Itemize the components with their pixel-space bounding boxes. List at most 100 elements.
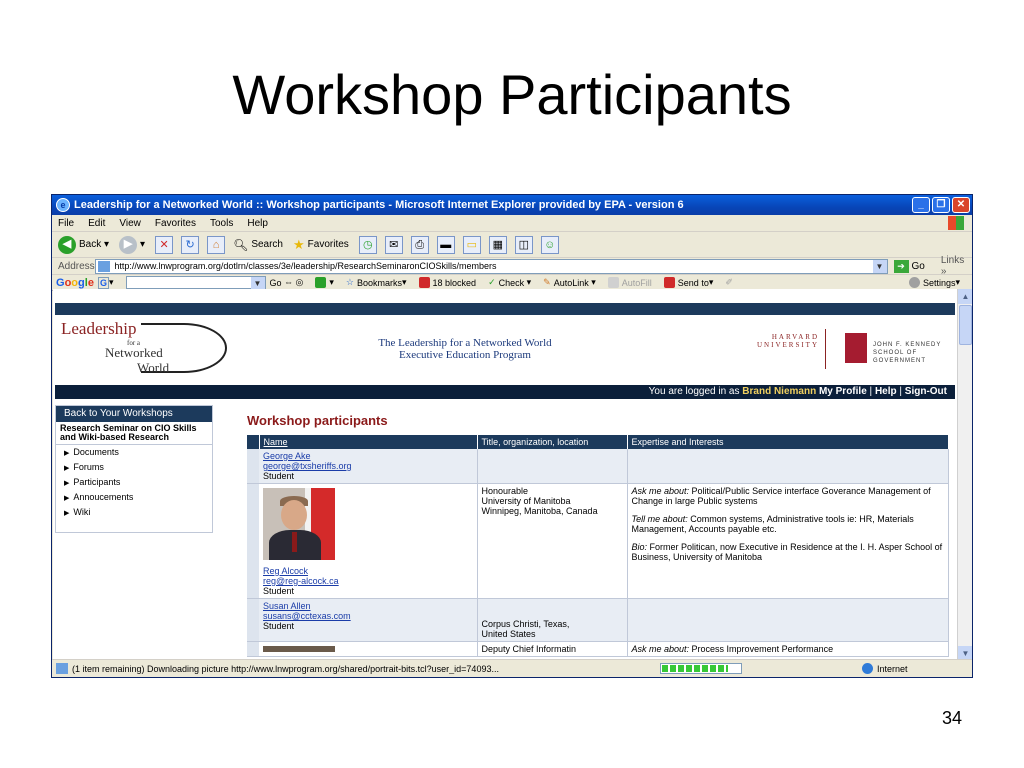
google-search-input[interactable]: ▼ bbox=[125, 276, 266, 290]
ie-icon: e bbox=[56, 198, 70, 212]
participant-name-link[interactable]: Reg Alcock bbox=[263, 566, 308, 576]
triangle-right-icon: ▶ bbox=[64, 450, 70, 457]
google-logo[interactable]: Google bbox=[56, 277, 94, 289]
triangle-right-icon: ▶ bbox=[64, 480, 70, 487]
tell-me-about: Tell me about: Common systems, Administr… bbox=[631, 514, 914, 534]
participant-name-link[interactable]: Susan Allen bbox=[263, 601, 311, 611]
go-button[interactable]: ➔ Go bbox=[893, 259, 925, 273]
sign-out-link[interactable]: Sign-Out bbox=[905, 386, 947, 397]
pagerank-icon bbox=[315, 277, 327, 288]
ask-me-about: Ask me about: Political/Public Service i… bbox=[631, 486, 931, 506]
sidebar-item-announcements[interactable]: ▶ Annoucements bbox=[56, 490, 212, 505]
back-to-workshops-link[interactable]: Back to Your Workshops bbox=[56, 406, 212, 422]
menu-file[interactable]: File bbox=[58, 218, 74, 229]
search-icon: 🔍︎ bbox=[233, 237, 249, 252]
autolink-icon: ✎ bbox=[543, 277, 551, 287]
bookmark-star-icon: ☆ bbox=[345, 277, 354, 287]
google-go-button[interactable]: Go ⇔ ◎ bbox=[270, 277, 304, 288]
address-url: http://www.lnwprogram.org/dotlrn/classes… bbox=[114, 261, 497, 271]
triangle-right-icon: ▶ bbox=[64, 495, 70, 502]
download-progress bbox=[660, 663, 742, 674]
google-settings-button[interactable]: Settings ▾ bbox=[908, 277, 960, 288]
star-icon: ★ bbox=[293, 236, 305, 252]
scroll-thumb[interactable] bbox=[959, 305, 972, 345]
home-button[interactable]: ⌂ bbox=[207, 235, 226, 254]
participant-email-link[interactable]: george@txsheriffs.org bbox=[263, 461, 352, 471]
google-pencil-icon[interactable]: ✐ bbox=[725, 277, 733, 288]
back-button[interactable]: ◀ Back ▾ bbox=[58, 235, 109, 254]
login-bar: You are logged in as Brand Niemann My Pr… bbox=[55, 385, 955, 399]
scroll-up-icon[interactable]: ▲ bbox=[958, 289, 972, 304]
minimize-button[interactable]: _ bbox=[912, 197, 930, 213]
maximize-button[interactable]: ❐ bbox=[932, 197, 950, 213]
harvard-wordmark: HARVARD UNIVERSITY bbox=[757, 333, 819, 349]
address-input[interactable]: http://www.lnwprogram.org/dotlrn/classes… bbox=[95, 258, 888, 274]
program-title: The Leadership for a Networked World Exe… bbox=[378, 337, 552, 361]
participant-role: Student bbox=[263, 586, 295, 596]
status-page-icon bbox=[56, 663, 68, 674]
participant-name-link[interactable]: George Ake bbox=[263, 451, 311, 461]
address-dropdown-icon[interactable]: ▼ bbox=[872, 259, 887, 273]
popup-blocked-icon bbox=[418, 277, 430, 288]
participant-location: Corpus Christi, Texas, bbox=[481, 619, 570, 629]
messenger-button[interactable]: ◫ bbox=[514, 235, 533, 254]
participant-bio: Bio: Former Politican, now Executive in … bbox=[631, 542, 943, 562]
google-autolink-button[interactable]: ✎ AutoLink ▾ bbox=[543, 277, 596, 288]
page-number: 34 bbox=[941, 708, 962, 728]
participant-photo[interactable] bbox=[263, 646, 335, 652]
windows-flag-icon bbox=[948, 216, 964, 230]
google-g-menu[interactable]: G ▾ bbox=[97, 276, 114, 289]
menu-help[interactable]: Help bbox=[247, 218, 268, 229]
history-button[interactable]: ◷ bbox=[358, 235, 377, 254]
forward-arrow-icon: ▶ bbox=[119, 235, 138, 254]
page-icon bbox=[98, 260, 111, 272]
google-popup-blocker[interactable]: 18 blocked bbox=[418, 277, 476, 288]
close-button[interactable]: ✕ bbox=[952, 197, 970, 213]
triangle-right-icon: ▶ bbox=[64, 465, 70, 472]
folder-button[interactable]: ▭ bbox=[462, 235, 481, 254]
help-link[interactable]: Help bbox=[875, 386, 897, 397]
address-label: Address bbox=[58, 260, 95, 272]
sidebar-item-documents[interactable]: ▶ Documents bbox=[56, 445, 212, 460]
toolbar: ◀ Back ▾ ▶ ▾ ✕ ↻ ⌂ 🔍︎ Search ★ Favorites … bbox=[52, 232, 972, 258]
table-header-row: Name Title, organization, location Exper… bbox=[247, 435, 949, 449]
google-pagerank-button[interactable]: ▾ bbox=[315, 277, 334, 288]
edit-button[interactable]: ▬ bbox=[436, 235, 455, 254]
participant-email-link[interactable]: reg@reg-alcock.ca bbox=[263, 576, 339, 586]
print-button[interactable]: ⎙ bbox=[410, 235, 429, 254]
people-icon[interactable]: ☺ bbox=[540, 235, 559, 254]
participant-email-link[interactable]: susans@cctexas.com bbox=[263, 611, 351, 621]
refresh-button[interactable]: ↻ bbox=[181, 235, 200, 254]
participants-heading: Workshop participants bbox=[247, 413, 388, 428]
triangle-right-icon: ▶ bbox=[64, 510, 70, 517]
participants-table: Name Title, organization, location Exper… bbox=[247, 435, 949, 657]
participant-location: Winnipeg, Manitoba, Canada bbox=[481, 506, 598, 516]
links-button[interactable]: Links » bbox=[941, 255, 972, 277]
menu-view[interactable]: View bbox=[119, 218, 141, 229]
google-bookmarks-button[interactable]: ☆ Bookmarks ▾ bbox=[346, 277, 407, 288]
participant-photo[interactable] bbox=[263, 488, 335, 560]
sidebar-item-participants[interactable]: ▶ Participants bbox=[56, 475, 212, 490]
research-button[interactable]: ▦ bbox=[488, 235, 507, 254]
go-arrow-icon: ➔ bbox=[893, 259, 909, 273]
forward-button[interactable]: ▶ ▾ bbox=[119, 235, 145, 254]
sidebar-item-forums[interactable]: ▶ Forums bbox=[56, 460, 212, 475]
table-row: George Ake george@txsheriffs.org Student bbox=[247, 449, 949, 484]
security-zone: Internet bbox=[862, 663, 908, 674]
my-profile-link[interactable]: My Profile bbox=[819, 386, 867, 397]
participant-organization: University of Manitoba bbox=[481, 496, 571, 506]
stop-button[interactable]: ✕ bbox=[155, 235, 174, 254]
window-title: Leadership for a Networked World :: Work… bbox=[74, 199, 684, 211]
google-spellcheck-button[interactable]: ✓ Check ▾ bbox=[488, 277, 531, 288]
google-sendto-button[interactable]: Send to ▾ bbox=[663, 277, 713, 288]
column-header-name[interactable]: Name bbox=[259, 435, 478, 449]
menu-tools[interactable]: Tools bbox=[210, 218, 233, 229]
menu-favorites[interactable]: Favorites bbox=[155, 218, 196, 229]
mail-button[interactable]: ✉ bbox=[384, 235, 403, 254]
menu-edit[interactable]: Edit bbox=[88, 218, 105, 229]
favorites-button[interactable]: ★ Favorites bbox=[293, 237, 349, 253]
sidebar-item-wiki[interactable]: ▶ Wiki bbox=[56, 505, 212, 520]
vertical-scrollbar[interactable]: ▲ ▼ bbox=[957, 289, 972, 661]
search-button[interactable]: 🔍︎ Search bbox=[233, 238, 283, 252]
google-autofill-button[interactable]: AutoFill bbox=[607, 277, 652, 288]
